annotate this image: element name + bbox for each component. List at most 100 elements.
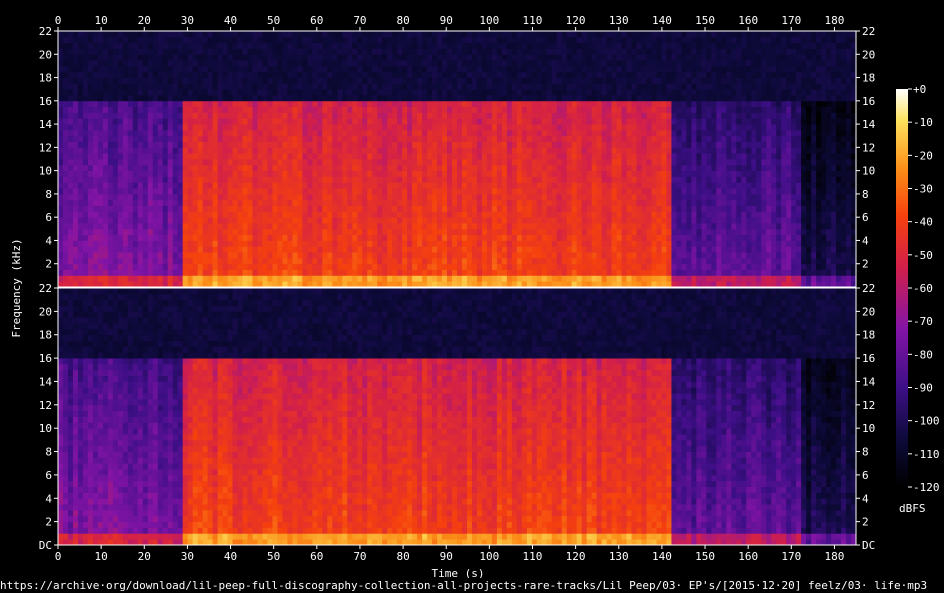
x-tick-label: 80	[396, 550, 409, 563]
y-tick-label: 4	[45, 492, 52, 505]
x-tick-label: 180	[824, 550, 844, 563]
y-tick-label: 6	[45, 211, 52, 224]
x-tick-label-top: 180	[824, 14, 844, 27]
x-tick-label: 160	[738, 550, 758, 563]
x-tick-label: 20	[138, 550, 151, 563]
y-tick-label-right: 18	[862, 329, 875, 342]
y-tick-label: 16	[39, 352, 52, 365]
y-tick-label-right: 6	[862, 469, 869, 482]
x-tick-label-top: 30	[181, 14, 194, 27]
y-tick-label-right: 4	[862, 234, 869, 247]
y-tick-label-right: 16	[862, 95, 875, 108]
y-tick-label-right: 10	[862, 422, 875, 435]
colorbar-tick-label: -110	[913, 448, 940, 461]
y-tick-label: DC	[39, 539, 52, 552]
source-url: https://archive·org/download/lil-peep-fu…	[0, 579, 928, 592]
x-tick-label: 140	[652, 550, 672, 563]
spectrogram-panel-right	[58, 288, 857, 546]
y-tick-label: 6	[45, 469, 52, 482]
y-tick-label: 16	[39, 95, 52, 108]
x-tick-label-top: 10	[95, 14, 108, 27]
y-axis-label: Frequency (kHz)	[10, 238, 23, 337]
y-tick-label-right: 22	[862, 282, 875, 295]
y-tick-label-right: 2	[862, 516, 869, 529]
y-tick-label: 10	[39, 422, 52, 435]
y-tick-label: 20	[39, 305, 52, 318]
colorbar-label: dBFS	[899, 502, 926, 515]
colorbar-tick-label: -40	[913, 216, 933, 229]
x-tick-label-top: 120	[566, 14, 586, 27]
x-tick-label-top: 140	[652, 14, 672, 27]
x-tick-label: 0	[55, 550, 62, 563]
y-tick-label-right: 10	[862, 165, 875, 178]
x-tick-label: 60	[310, 550, 323, 563]
y-tick-label: 14	[39, 118, 53, 131]
x-tick-label-top: 80	[396, 14, 409, 27]
x-tick-label: 100	[479, 550, 499, 563]
y-tick-label-right: 14	[862, 375, 876, 388]
y-tick-label-right: 14	[862, 118, 876, 131]
colorbar-tick-label: -10	[913, 116, 933, 129]
x-tick-label-top: 0	[55, 14, 62, 27]
y-tick-label: 2	[45, 258, 52, 271]
y-tick-label-right: 8	[862, 446, 869, 459]
x-tick-label: 40	[224, 550, 237, 563]
x-axis-label: Time (s)	[432, 567, 485, 578]
x-tick-label-top: 110	[523, 14, 543, 27]
spectrogram-panel-left	[58, 31, 857, 288]
x-tick-label-top: 70	[353, 14, 366, 27]
y-tick-label-right: 20	[862, 305, 875, 318]
colorbar-tick-label: -60	[913, 282, 933, 295]
y-tick-label-right: 22	[862, 25, 875, 38]
y-tick-label: 12	[39, 399, 52, 412]
x-tick-label: 120	[566, 550, 586, 563]
x-tick-label: 150	[695, 550, 715, 563]
y-tick-label-right: 4	[862, 492, 869, 505]
x-tick-label-top: 60	[310, 14, 323, 27]
y-tick-label-right: 12	[862, 399, 875, 412]
y-tick-label-right: 16	[862, 352, 875, 365]
x-tick-label: 70	[353, 550, 366, 563]
y-tick-label: 12	[39, 141, 52, 154]
colorbar-tick-label: -80	[913, 348, 933, 361]
y-tick-label: 10	[39, 165, 52, 178]
x-tick-label-top: 150	[695, 14, 715, 27]
colorbar-tick-label: -90	[913, 382, 933, 395]
x-tick-label-top: 90	[440, 14, 453, 27]
x-tick-label: 10	[95, 550, 108, 563]
y-tick-label-right: 20	[862, 48, 875, 61]
y-tick-label: 2	[45, 516, 52, 529]
y-tick-label: 4	[45, 234, 52, 247]
x-tick-label: 90	[440, 550, 453, 563]
y-tick-label-right: DC	[862, 539, 875, 552]
y-tick-label-right: 8	[862, 188, 869, 201]
y-tick-label: 14	[39, 375, 53, 388]
x-tick-label-top: 170	[781, 14, 801, 27]
colorbar-tick-label: -30	[913, 183, 933, 196]
y-tick-label: 22	[39, 25, 52, 38]
y-tick-label-right: 6	[862, 211, 869, 224]
x-tick-label-top: 40	[224, 14, 237, 27]
colorbar-tick-label: -120	[913, 481, 940, 494]
x-tick-label: 50	[267, 550, 280, 563]
colorbar-tick-label: -70	[913, 315, 933, 328]
y-tick-label-right: 2	[862, 258, 869, 271]
colorbar-tick-label: -100	[913, 415, 940, 428]
colorbar-tick-label: -50	[913, 249, 933, 262]
y-tick-label: 18	[39, 72, 52, 85]
colorbar	[896, 89, 908, 487]
x-tick-label-top: 100	[479, 14, 499, 27]
y-tick-label: 18	[39, 329, 52, 342]
colorbar-tick-label: -20	[913, 149, 933, 162]
colorbar-tick-label: +0	[913, 83, 926, 96]
x-tick-label-top: 50	[267, 14, 280, 27]
x-tick-label: 30	[181, 550, 194, 563]
y-tick-label: 20	[39, 48, 52, 61]
y-tick-label: 8	[45, 188, 52, 201]
x-tick-label: 170	[781, 550, 801, 563]
x-tick-label-top: 130	[609, 14, 629, 27]
x-tick-label: 130	[609, 550, 629, 563]
x-tick-label-top: 160	[738, 14, 758, 27]
x-tick-label: 110	[523, 550, 543, 563]
y-tick-label: 8	[45, 446, 52, 459]
